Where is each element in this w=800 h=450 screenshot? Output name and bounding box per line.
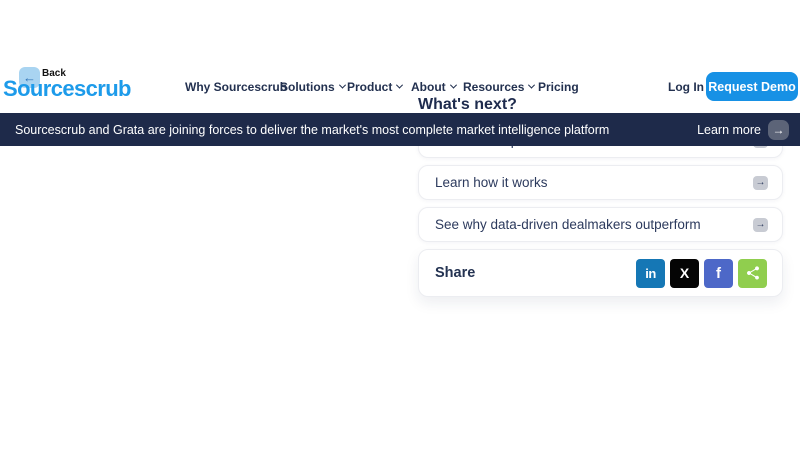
chevron-down-icon — [528, 82, 535, 89]
announcement-banner: Sourcescrub and Grata are joining forces… — [0, 113, 800, 146]
chevron-down-icon — [339, 82, 346, 89]
nav-item-product[interactable]: Product — [347, 80, 402, 94]
share-card: Share in X f — [418, 249, 783, 297]
facebook-share-button[interactable]: f — [704, 259, 733, 288]
x-share-button[interactable]: X — [670, 259, 699, 288]
request-demo-button[interactable]: Request Demo — [706, 72, 798, 101]
nav-label: Why Sourcescrub — [185, 80, 287, 94]
whats-next-title: What's next? — [418, 96, 517, 114]
nav-item-about[interactable]: About — [411, 80, 456, 94]
link-label: See why data-driven dealmakers outperfor… — [435, 217, 701, 232]
page: ← Sourcescrub Back Why Sourcescrub Solut… — [0, 0, 800, 450]
nav-label: Resources — [463, 80, 524, 94]
learn-more-button[interactable]: Learn more → — [697, 120, 789, 140]
login-link[interactable]: Log In — [668, 80, 704, 94]
share-label: Share — [435, 265, 475, 281]
sharethis-share-button[interactable] — [738, 259, 767, 288]
back-button-label[interactable]: Back — [42, 68, 66, 79]
chevron-down-icon — [450, 82, 457, 89]
link-label: Learn how it works — [435, 175, 548, 190]
nav-label: Pricing — [538, 80, 579, 94]
nav-item-resources[interactable]: Resources — [463, 80, 534, 94]
x-icon: X — [680, 265, 689, 281]
nav-label: Product — [347, 80, 392, 94]
announcement-text: Sourcescrub and Grata are joining forces… — [15, 123, 609, 137]
nav-label: About — [411, 80, 446, 94]
facebook-icon: f — [716, 265, 721, 282]
learn-more-label: Learn more — [697, 123, 761, 137]
nav-item-pricing[interactable]: Pricing — [538, 80, 579, 94]
nav-label: Solutions — [280, 80, 335, 94]
social-button-group: in X f — [636, 259, 767, 288]
nav-item-solutions[interactable]: Solutions — [280, 80, 345, 94]
linkedin-icon: in — [645, 266, 656, 281]
arrow-right-icon: → — [768, 120, 789, 140]
sourcescrub-logo[interactable]: Sourcescrub — [3, 76, 131, 102]
linkedin-share-button[interactable]: in — [636, 259, 665, 288]
share-nodes-icon — [745, 265, 761, 281]
arrow-right-icon[interactable]: → — [753, 176, 768, 190]
link-row-dealmakers-outperform[interactable]: See why data-driven dealmakers outperfor… — [418, 207, 783, 242]
arrow-right-icon[interactable]: → — [753, 218, 768, 232]
chevron-down-icon — [396, 82, 403, 89]
link-row-learn-how-it-works[interactable]: Learn how it works → — [418, 165, 783, 200]
nav-item-why-sourcescrub[interactable]: Why Sourcescrub — [185, 80, 287, 94]
